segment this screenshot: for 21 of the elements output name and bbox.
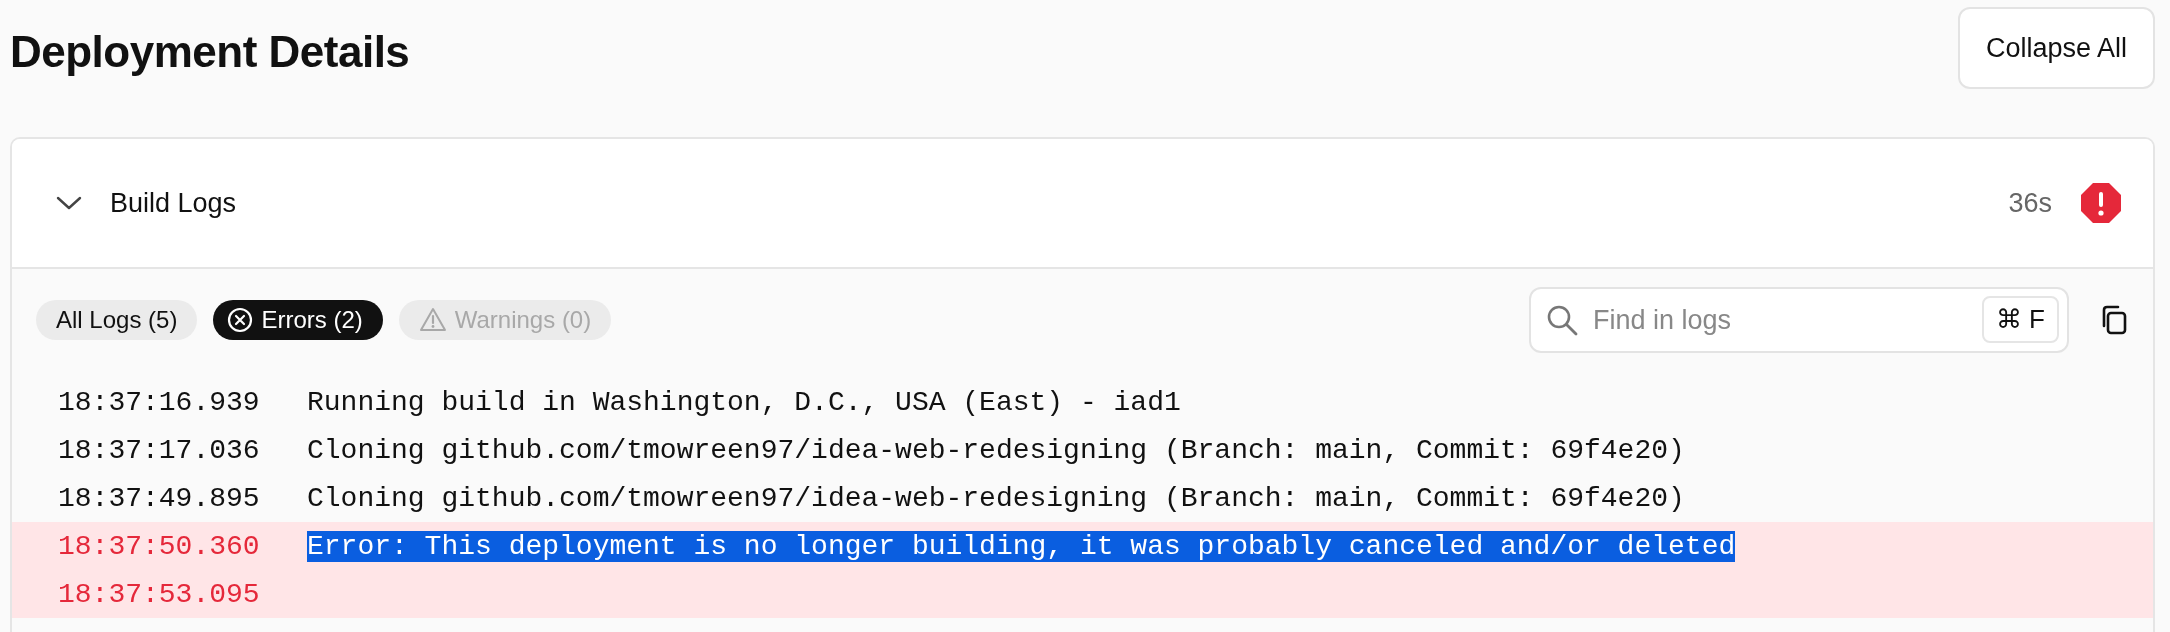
filter-tab[interactable]: All Logs (5)	[36, 300, 198, 340]
log-time: 18:37:17.036	[58, 434, 261, 466]
log-message: Running build in Washington, D.C., USA (East) - iad1	[307, 386, 1181, 418]
shortcut-key: ⌘ F	[1981, 296, 2059, 343]
duration: 36s	[2008, 187, 2052, 219]
section-title: Build Logs	[110, 187, 237, 219]
filter-tab[interactable]: Errors (2)	[213, 300, 383, 340]
chevron-icon[interactable]	[56, 195, 82, 211]
page-title: Deployment Details	[10, 27, 410, 77]
close-circle-icon	[227, 307, 254, 333]
log-time: 18:37:53.095	[58, 578, 261, 610]
warning-icon	[418, 307, 447, 333]
log-time: 18:37:50.360	[58, 530, 261, 562]
log-message: Cloning github.com/tmowreen97/idea-web-redesigning (Branch: main, Commit: 69f4e20)	[307, 482, 1685, 514]
log-time: 18:37:16.939	[58, 386, 261, 418]
collapse-all-button[interactable]: Collapse All	[1957, 7, 2155, 89]
log-message: Error: This deployment is no longer building, it was probably canceled and/or deleted	[307, 530, 1736, 562]
error-icon	[2080, 182, 2122, 224]
log-time: 18:37:49.895	[58, 482, 261, 514]
log-message: Cloning github.com/tmowreen97/idea-web-redesigning (Branch: main, Commit: 69f4e20)	[307, 434, 1685, 466]
search-icon	[1545, 303, 1579, 337]
